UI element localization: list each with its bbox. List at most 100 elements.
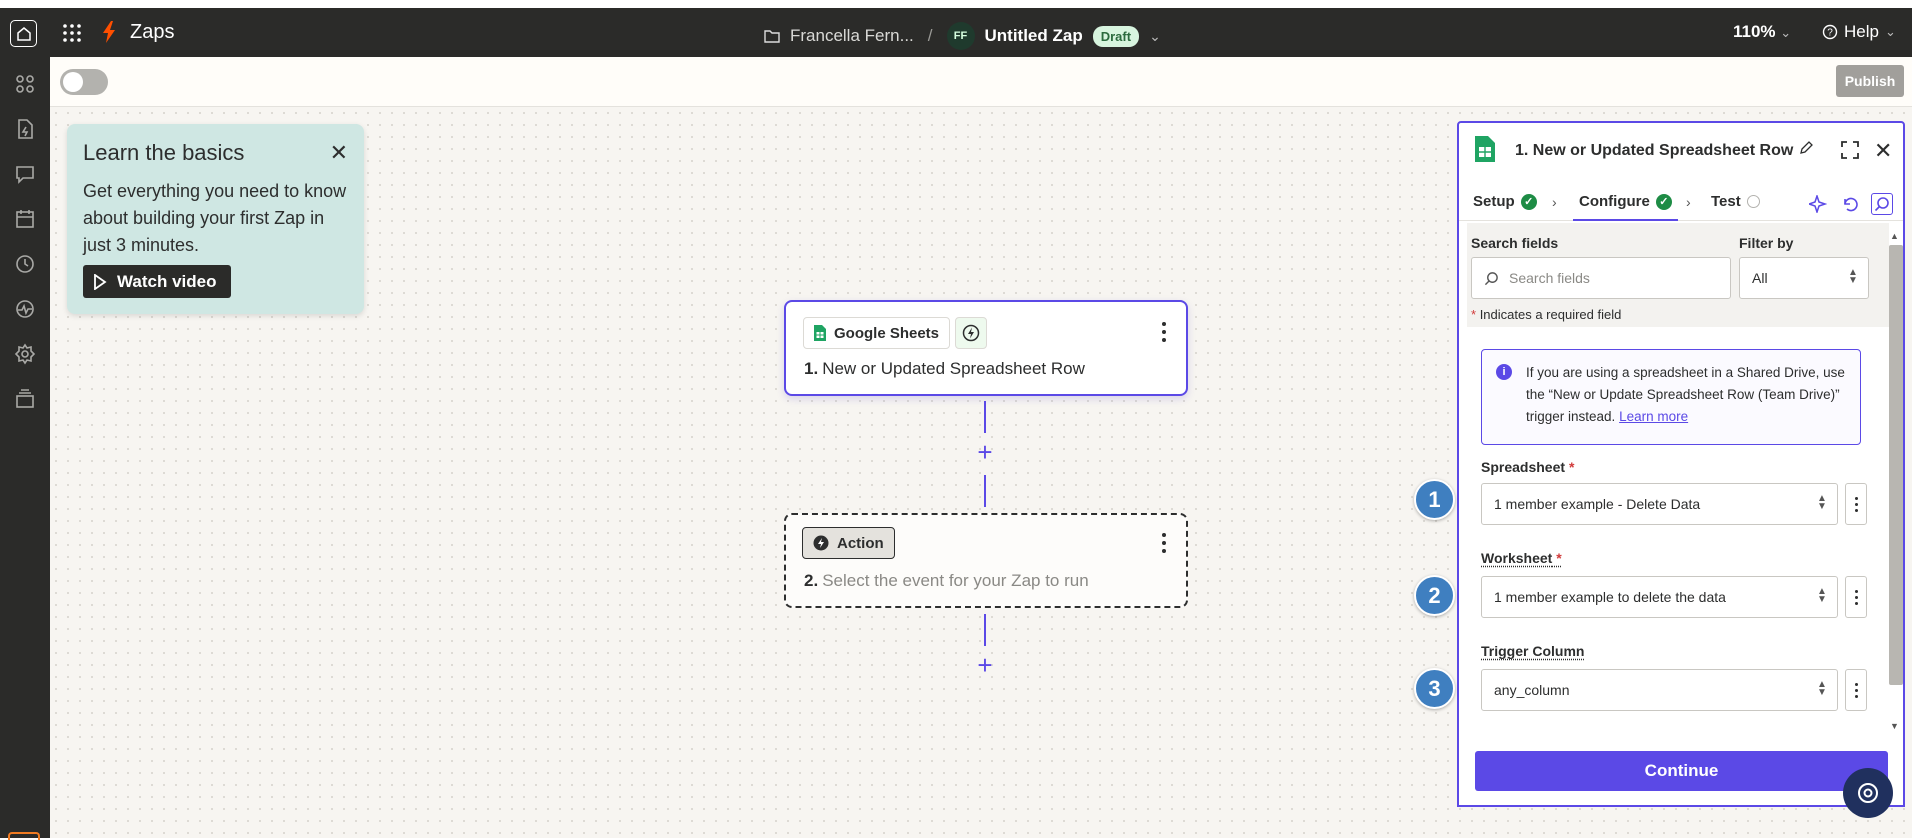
field-options-kebab-icon[interactable] [1845, 576, 1867, 618]
field-options-kebab-icon[interactable] [1845, 669, 1867, 711]
help-menu[interactable]: ? Help ⌄ [1822, 22, 1896, 42]
edit-pencil-icon[interactable] [1799, 141, 1813, 155]
app-badge: Google Sheets [803, 317, 951, 349]
select-arrows-icon: ▲ ▼ [1848, 267, 1858, 286]
step-config-panel: 1. New or Updated Spreadsheet Row ✕ Setu… [1457, 121, 1905, 807]
action-label: Action [837, 534, 884, 552]
connector-line [984, 401, 986, 433]
tab-label: Test [1711, 193, 1741, 210]
panel-body: Search fields Filter by Search fields Al… [1459, 223, 1889, 738]
zap-on-off-toggle[interactable] [60, 69, 108, 95]
learn-more-link[interactable]: Learn more [1619, 409, 1688, 424]
action-badge: Action [802, 527, 895, 559]
support-icon [1858, 783, 1878, 803]
publish-button[interactable]: Publish [1836, 65, 1904, 97]
breadcrumb-separator: / [927, 26, 933, 45]
field-label-text: Trigger Column [1481, 643, 1585, 659]
pending-circle-icon [1746, 195, 1760, 208]
watch-video-label: Watch video [117, 271, 217, 291]
calendar-icon[interactable] [14, 208, 36, 230]
trigger-column-select[interactable]: any_column ▲ ▼ [1481, 669, 1838, 711]
app-name: Google Sheets [834, 324, 940, 342]
field-options-kebab-icon[interactable] [1845, 483, 1867, 525]
learn-card-title: Learn the basics [83, 140, 245, 165]
step-marker: 1 [1414, 479, 1455, 520]
help-icon: ? [1822, 24, 1838, 40]
panel-title: 1. New or Updated Spreadsheet Row [1515, 142, 1794, 159]
add-step-plus-icon[interactable]: + [974, 439, 996, 465]
search-icon[interactable] [1871, 193, 1893, 215]
svg-text:?: ? [1827, 28, 1833, 39]
connector-line [984, 614, 986, 646]
chevron-down-icon[interactable]: ⌄ [1149, 28, 1161, 45]
step-menu-kebab-icon[interactable] [1162, 322, 1166, 342]
toggle-knob [63, 72, 83, 92]
tab-test[interactable]: Test [1711, 193, 1760, 210]
activity-icon[interactable] [14, 298, 36, 320]
editor-toolbar: Publish [50, 57, 1912, 107]
scrollbar-thumb[interactable] [1889, 245, 1903, 685]
info-icon: i [1496, 364, 1512, 380]
step-number: 2. [804, 571, 819, 590]
google-sheets-icon [814, 325, 826, 341]
panel-header: 1. New or Updated Spreadsheet Row ✕ [1459, 123, 1903, 173]
action-step-card[interactable]: Action 2. Select the event for your Zap t… [784, 513, 1188, 608]
stack-icon[interactable] [14, 388, 36, 410]
zoom-value: 110% [1733, 22, 1776, 41]
panel-scrollbar[interactable]: ▲ ▼ [1887, 231, 1903, 736]
settings-icon[interactable] [14, 343, 36, 365]
search-icon [1484, 271, 1498, 285]
filter-value: All [1752, 270, 1768, 286]
support-chat-button[interactable] [1843, 768, 1893, 818]
close-icon[interactable]: ✕ [330, 140, 348, 166]
filter-by-label: Filter by [1739, 235, 1794, 251]
breadcrumb-folder[interactable]: Francella Fern... [790, 26, 914, 46]
action-bolt-icon [813, 535, 829, 551]
worksheet-select[interactable]: 1 member example to delete the data ▲ ▼ [1481, 576, 1838, 618]
help-label: Help [1844, 22, 1879, 41]
app-title[interactable]: Zaps [130, 21, 174, 44]
watch-video-button[interactable]: Watch video [83, 265, 231, 298]
zoom-control[interactable]: 110% ⌄ [1733, 22, 1791, 42]
field-label-text: Worksheet [1481, 550, 1553, 566]
step-menu-kebab-icon[interactable] [1162, 533, 1166, 553]
sidebar-bottom-tab[interactable] [8, 832, 40, 840]
undo-icon[interactable] [1839, 193, 1861, 215]
add-step-plus-icon[interactable]: + [974, 652, 996, 678]
apps-icon[interactable] [14, 73, 36, 95]
trigger-step-card[interactable]: Google Sheets 1. New or Updated Spreadshe… [784, 300, 1188, 396]
required-note: * Indicates a required field [1471, 307, 1622, 322]
trigger-column-label: Trigger Column [1481, 643, 1584, 659]
history-icon[interactable] [14, 253, 36, 275]
tab-configure[interactable]: Configure ✓ [1573, 193, 1678, 221]
scroll-up-arrow-icon[interactable]: ▲ [1890, 231, 1899, 241]
continue-button[interactable]: Continue [1475, 751, 1888, 791]
tab-setup[interactable]: Setup ✓ [1473, 193, 1537, 210]
spreadsheet-select[interactable]: 1 member example - Delete Data ▲ ▼ [1481, 483, 1838, 525]
ai-sparkle-icon[interactable] [1807, 193, 1829, 215]
step-title-text: Select the event for your Zap to run [822, 571, 1089, 590]
top-bar: Zaps Francella Fern... / FF Untitled Zap… [0, 8, 1912, 57]
expand-icon[interactable] [1841, 141, 1859, 159]
zap-file-icon[interactable] [14, 118, 36, 140]
chat-icon[interactable] [14, 163, 36, 185]
folder-icon [764, 30, 780, 43]
play-icon [94, 273, 107, 290]
select-arrows-icon: ▲ ▼ [1817, 586, 1827, 605]
step-title: 1. New or Updated Spreadsheet Row [804, 359, 1085, 379]
panel-tool-icons [1807, 193, 1893, 215]
search-fields-input[interactable]: Search fields [1471, 257, 1731, 299]
filter-by-select[interactable]: All ▲ ▼ [1739, 257, 1869, 299]
shared-drive-info-box: i If you are using a spreadsheet in a Sh… [1481, 349, 1861, 445]
step-marker: 2 [1414, 575, 1455, 616]
zap-name[interactable]: Untitled Zap [985, 26, 1083, 46]
home-icon[interactable] [10, 20, 37, 47]
step-title: 2. Select the event for your Zap to run [804, 571, 1089, 591]
step-marker: 3 [1414, 668, 1455, 709]
step-number: 1. [804, 359, 819, 378]
app-grid-icon[interactable] [62, 23, 82, 43]
scroll-down-arrow-icon[interactable]: ▼ [1890, 721, 1899, 731]
close-icon[interactable]: ✕ [1874, 138, 1892, 164]
check-circle-icon: ✓ [1520, 193, 1537, 210]
learn-card-body: Get everything you need to know about bu… [83, 181, 347, 255]
